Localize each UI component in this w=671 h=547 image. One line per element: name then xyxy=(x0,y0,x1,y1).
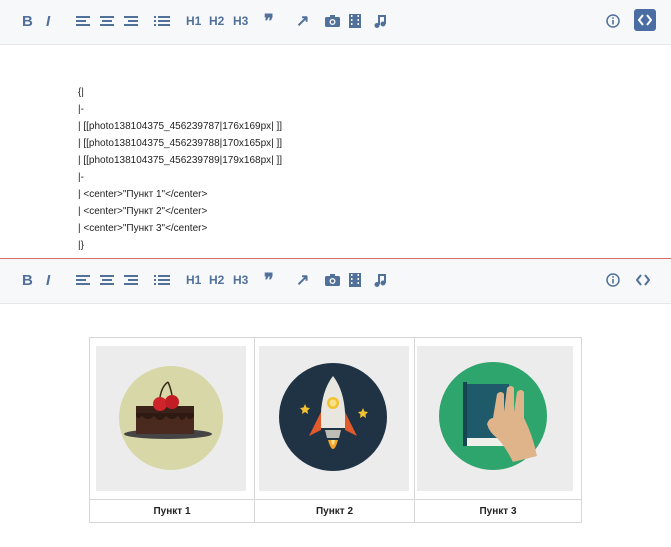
book-hand-icon xyxy=(439,362,547,470)
camera-icon xyxy=(325,274,340,286)
music-icon xyxy=(374,15,386,28)
preview-table: Пункт 1 Пункт 2 Пункт 3 xyxy=(89,337,582,523)
italic-button[interactable]: I xyxy=(46,270,50,290)
source-line: | <center>"Пункт 1"</center> xyxy=(78,189,208,200)
list-icon xyxy=(154,275,170,285)
cake-icon xyxy=(119,366,223,470)
info-button[interactable] xyxy=(606,11,620,31)
source-line: {| xyxy=(78,87,84,98)
info-icon xyxy=(606,14,620,28)
photo-2[interactable] xyxy=(259,346,409,491)
cell-label: Пункт 2 xyxy=(255,499,414,523)
link-button[interactable]: ↗ xyxy=(296,270,309,290)
rocket-icon xyxy=(279,363,387,471)
camera-icon xyxy=(325,15,340,27)
list-button[interactable] xyxy=(154,11,170,31)
italic-button[interactable]: I xyxy=(46,11,50,31)
table-cell: Пункт 2 xyxy=(255,338,415,522)
h2-button[interactable]: H2 xyxy=(209,11,224,31)
h2-button[interactable]: H2 xyxy=(209,270,224,290)
h3-button[interactable]: H3 xyxy=(233,270,248,290)
list-button[interactable] xyxy=(154,270,170,290)
align-center-button[interactable] xyxy=(100,270,114,290)
code-icon xyxy=(636,274,650,286)
align-right-button[interactable] xyxy=(124,11,138,31)
align-left-button[interactable] xyxy=(76,270,90,290)
align-left-icon xyxy=(76,16,90,26)
table-cell: Пункт 3 xyxy=(415,338,581,522)
source-line: |- xyxy=(78,104,84,115)
wiki-source-editor[interactable]: {| |- | [[photo138104375_456239787|176x1… xyxy=(78,84,282,254)
music-button[interactable] xyxy=(374,11,386,31)
cell-label: Пункт 3 xyxy=(415,499,581,523)
link-button[interactable]: ↗ xyxy=(296,11,309,31)
code-icon xyxy=(638,14,652,26)
film-button[interactable] xyxy=(349,11,361,31)
code-toggle-button[interactable] xyxy=(636,270,650,290)
align-center-icon xyxy=(100,275,114,285)
film-button[interactable] xyxy=(349,270,361,290)
source-line: | [[photo138104375_456239787|176x169px| … xyxy=(78,121,283,132)
source-line: | <center>"Пункт 3"</center> xyxy=(78,223,208,234)
film-icon xyxy=(349,14,361,28)
align-right-icon xyxy=(124,16,138,26)
info-button[interactable] xyxy=(606,270,620,290)
camera-button[interactable] xyxy=(325,270,340,290)
info-icon xyxy=(606,273,620,287)
music-icon xyxy=(374,274,386,287)
align-center-icon xyxy=(100,16,114,26)
align-left-button[interactable] xyxy=(76,11,90,31)
align-center-button[interactable] xyxy=(100,11,114,31)
source-line: | <center>"Пункт 2"</center> xyxy=(78,206,208,217)
source-line: | [[photo138104375_456239789|179x168px| … xyxy=(78,155,283,166)
align-right-button[interactable] xyxy=(124,270,138,290)
source-line: | [[photo138104375_456239788|170x165px| … xyxy=(78,138,283,149)
bold-button[interactable]: B xyxy=(22,270,33,290)
quote-button[interactable]: ❞ xyxy=(264,11,274,31)
align-right-icon xyxy=(124,275,138,285)
align-left-icon xyxy=(76,275,90,285)
music-button[interactable] xyxy=(374,270,386,290)
photo-3[interactable] xyxy=(417,346,573,491)
camera-button[interactable] xyxy=(325,11,340,31)
editor-toolbar-visual: B I H1 H2 H3 ❞ ↗ xyxy=(0,258,671,304)
source-line: |} xyxy=(78,240,84,251)
film-icon xyxy=(349,273,361,287)
list-icon xyxy=(154,16,170,26)
code-toggle-button-active[interactable] xyxy=(634,9,656,31)
h3-button[interactable]: H3 xyxy=(233,11,248,31)
photo-1[interactable] xyxy=(96,346,246,491)
quote-button[interactable]: ❞ xyxy=(264,270,274,290)
h1-button[interactable]: H1 xyxy=(186,270,201,290)
h1-button[interactable]: H1 xyxy=(186,11,201,31)
source-line: |- xyxy=(78,172,84,183)
bold-button[interactable]: B xyxy=(22,11,33,31)
cell-label: Пункт 1 xyxy=(90,499,254,523)
table-cell: Пункт 1 xyxy=(90,338,255,522)
editor-toolbar-source: B I H1 H2 H3 ❞ ↗ xyxy=(0,0,671,45)
